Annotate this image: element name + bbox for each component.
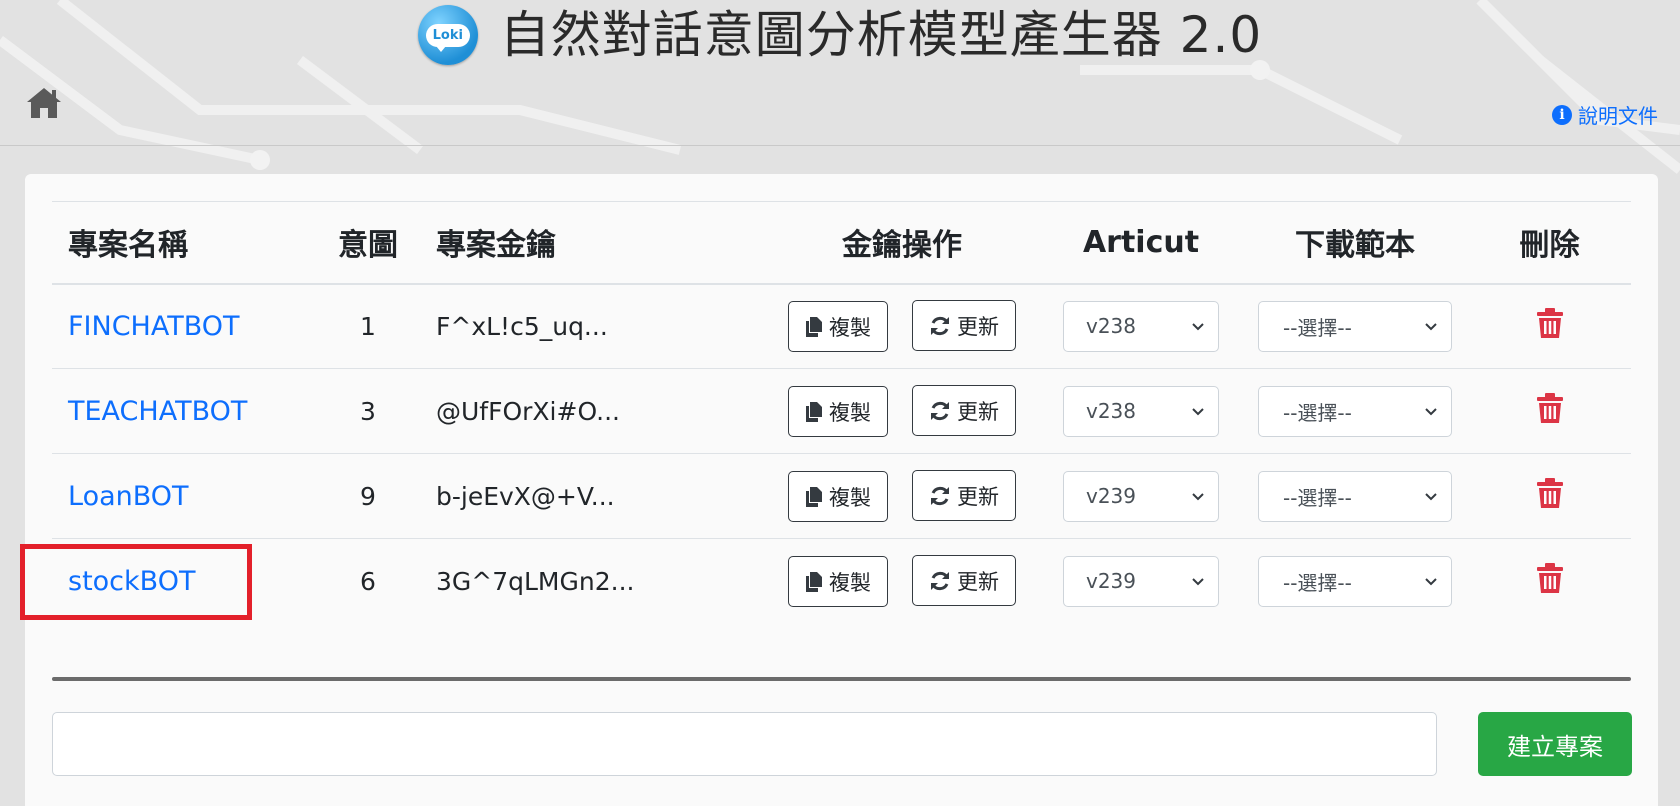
col-delete: 刪除 bbox=[1468, 201, 1631, 285]
download-template-select[interactable]: --選擇-- bbox=[1258, 300, 1452, 352]
refresh-key-button[interactable]: 更新 bbox=[911, 300, 1016, 352]
chevron-down-icon bbox=[1425, 578, 1437, 586]
table-header-row: 專案名稱 意圖 專案金鑰 金鑰操作 Articut 下載範本 刪除 bbox=[52, 201, 1631, 285]
download-template-select[interactable]: --選擇-- bbox=[1258, 555, 1452, 607]
project-name-link[interactable]: FINCHATBOT bbox=[68, 311, 240, 342]
table-row: LoanBOT 9 b-jeEvX@+V... 複製 更新 v239 --選擇-… bbox=[52, 453, 1631, 539]
copy-icon bbox=[806, 401, 823, 422]
copy-key-button[interactable]: 複製 bbox=[788, 471, 889, 522]
template-select-value: --選擇-- bbox=[1283, 315, 1352, 340]
table-row: FINCHATBOT 1 F^xL!c5_uq... 複製 更新 v238 --… bbox=[52, 283, 1631, 369]
copy-label: 複製 bbox=[829, 570, 872, 595]
project-key: 3G^7qLMGn2... bbox=[436, 566, 635, 596]
docs-link[interactable]: i 說明文件 bbox=[1552, 100, 1658, 129]
new-project-name-input[interactable] bbox=[52, 712, 1437, 776]
intent-count: 3 bbox=[316, 368, 420, 454]
copy-icon bbox=[806, 571, 823, 592]
refresh-label: 更新 bbox=[956, 314, 999, 339]
project-name-link[interactable]: TEACHATBOT bbox=[68, 396, 247, 427]
refresh-key-button[interactable]: 更新 bbox=[911, 555, 1016, 607]
template-select-value: --選擇-- bbox=[1283, 485, 1352, 510]
chevron-down-icon bbox=[1192, 323, 1204, 331]
articut-version-select[interactable]: v238 bbox=[1063, 385, 1219, 437]
copy-key-button[interactable]: 複製 bbox=[788, 386, 889, 437]
col-articut: Articut bbox=[1040, 201, 1242, 285]
trash-icon[interactable] bbox=[1536, 393, 1563, 423]
refresh-key-button[interactable]: 更新 bbox=[911, 385, 1016, 436]
project-name-link[interactable]: stockBOT bbox=[68, 566, 195, 597]
col-download-template: 下載範本 bbox=[1242, 201, 1468, 285]
page-title: 自然對話意圖分析模型產生器 2.0 bbox=[499, 6, 1263, 64]
trash-icon[interactable] bbox=[1536, 478, 1563, 508]
table-row: TEACHATBOT 3 @UfFOrXi#O... 複製 更新 v238 --… bbox=[52, 368, 1631, 454]
refresh-icon bbox=[930, 401, 949, 420]
template-select-value: --選擇-- bbox=[1283, 400, 1352, 425]
refresh-label: 更新 bbox=[956, 569, 999, 594]
col-project-key: 專案金鑰 bbox=[420, 201, 764, 285]
project-key: F^xL!c5_uq... bbox=[420, 283, 764, 369]
table-row: stockBOT 6 3G^7qLMGn2... 複製 更新 v239 --選擇… bbox=[52, 539, 1631, 624]
template-select-value: --選擇-- bbox=[1283, 570, 1352, 595]
refresh-label: 更新 bbox=[956, 484, 999, 509]
info-icon: i bbox=[1552, 104, 1572, 125]
project-name-link[interactable]: LoanBOT bbox=[68, 481, 189, 512]
copy-label: 複製 bbox=[829, 315, 872, 340]
chevron-down-icon bbox=[1425, 493, 1437, 501]
refresh-key-button[interactable]: 更新 bbox=[911, 470, 1016, 521]
project-key: @UfFOrXi#O... bbox=[420, 368, 764, 454]
project-key: b-jeEvX@+V... bbox=[420, 453, 764, 539]
copy-key-button[interactable]: 複製 bbox=[788, 301, 889, 353]
top-header: Loki 自然對話意圖分析模型產生器 2.0 i 說明文件 bbox=[0, 0, 1680, 146]
trash-icon[interactable] bbox=[1536, 308, 1563, 339]
chevron-down-icon bbox=[1425, 408, 1437, 416]
refresh-icon bbox=[930, 486, 949, 505]
trash-icon[interactable] bbox=[1536, 563, 1563, 594]
intent-count: 9 bbox=[316, 453, 420, 539]
download-template-select[interactable]: --選擇-- bbox=[1258, 470, 1452, 522]
projects-card: 專案名稱 意圖 專案金鑰 金鑰操作 Articut 下載範本 刪除 FINCHA… bbox=[25, 174, 1658, 806]
chevron-down-icon bbox=[1425, 323, 1437, 331]
refresh-icon bbox=[930, 571, 949, 590]
col-intents: 意圖 bbox=[316, 201, 420, 285]
copy-icon bbox=[806, 486, 823, 507]
intent-count: 1 bbox=[316, 283, 420, 369]
articut-version-select[interactable]: v239 bbox=[1063, 470, 1219, 522]
articut-version-select[interactable]: v239 bbox=[1063, 555, 1219, 607]
col-project-name: 專案名稱 bbox=[52, 201, 316, 285]
col-key-actions: 金鑰操作 bbox=[764, 201, 1040, 285]
chevron-down-icon bbox=[1192, 408, 1204, 416]
projects-table: 專案名稱 意圖 專案金鑰 金鑰操作 Articut 下載範本 刪除 FINCHA… bbox=[52, 201, 1631, 624]
articut-version-select[interactable]: v238 bbox=[1063, 300, 1219, 352]
articut-version-value: v239 bbox=[1086, 484, 1137, 508]
download-template-select[interactable]: --選擇-- bbox=[1258, 385, 1452, 437]
chevron-down-icon bbox=[1192, 493, 1204, 501]
loki-logo: Loki bbox=[417, 5, 478, 65]
docs-label: 說明文件 bbox=[1578, 104, 1658, 128]
logo-text: Loki bbox=[425, 23, 470, 52]
home-icon[interactable] bbox=[25, 86, 63, 120]
chevron-down-icon bbox=[1192, 578, 1204, 586]
intent-count: 6 bbox=[360, 566, 376, 596]
refresh-label: 更新 bbox=[956, 399, 999, 424]
copy-key-button[interactable]: 複製 bbox=[788, 556, 889, 608]
articut-version-value: v238 bbox=[1086, 314, 1137, 339]
copy-icon bbox=[806, 316, 823, 337]
articut-version-value: v238 bbox=[1086, 399, 1137, 423]
create-project-button[interactable]: 建立專案 bbox=[1478, 712, 1632, 776]
title-row: Loki 自然對話意圖分析模型產生器 2.0 bbox=[0, 2, 1680, 68]
refresh-icon bbox=[930, 316, 949, 335]
copy-label: 複製 bbox=[829, 485, 872, 510]
articut-version-value: v239 bbox=[1086, 569, 1137, 594]
section-divider bbox=[52, 677, 1631, 681]
copy-label: 複製 bbox=[829, 400, 872, 425]
